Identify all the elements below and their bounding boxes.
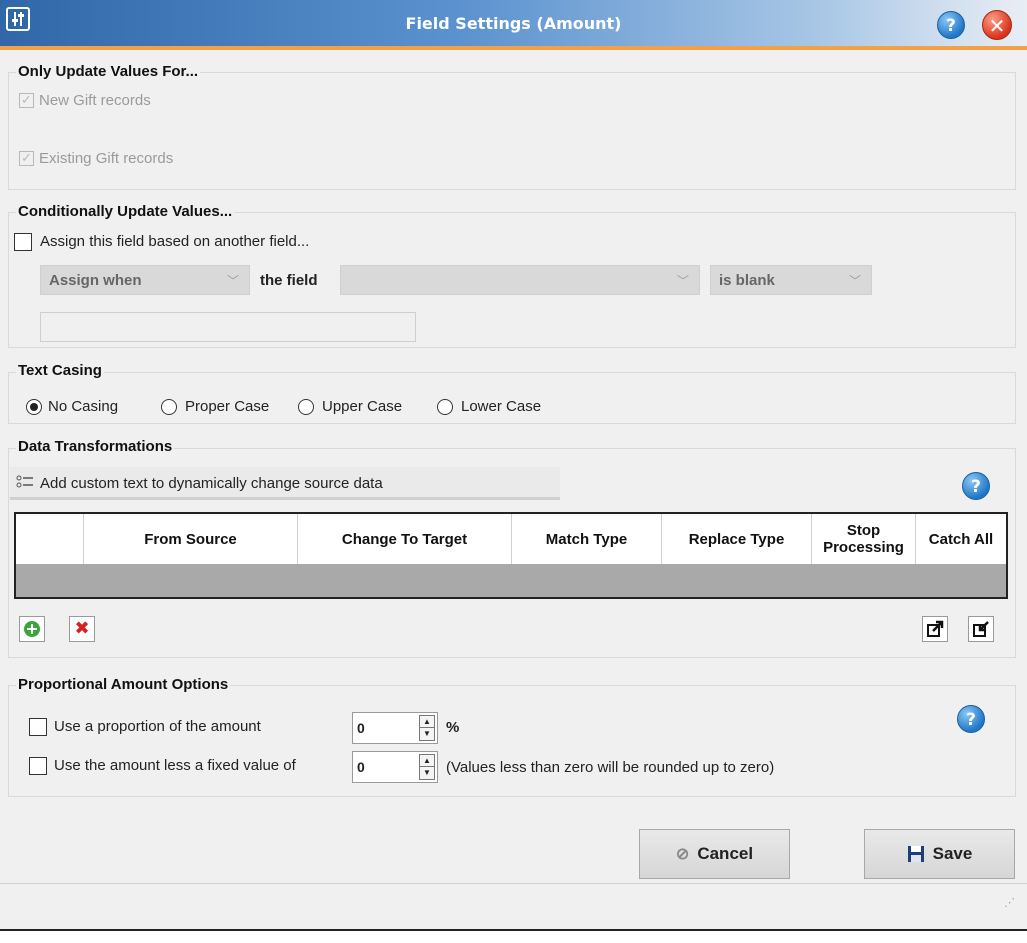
assign-when-select[interactable]: Assign when ﹀ — [40, 265, 250, 295]
assign-when-value: Assign when — [49, 272, 142, 289]
radio-upper-case-label: Upper Case — [322, 398, 403, 415]
fixed-value: 0 — [357, 759, 365, 775]
export-button[interactable] — [922, 616, 948, 642]
title-bar: Field Settings (Amount) ? ✕ — [0, 0, 1027, 50]
use-less-fixed-label: Use the amount less a fixed value of — [54, 757, 296, 774]
chevron-down-icon: ﹀ — [848, 274, 861, 288]
save-icon — [907, 846, 924, 862]
assign-checkbox-label: Assign this field based on another field… — [40, 233, 310, 250]
header-catch-all[interactable]: Catch All — [916, 514, 1006, 564]
window-title: Field Settings (Amount) — [405, 14, 622, 33]
resize-grip-icon[interactable]: ⋰ — [1004, 896, 1015, 909]
header-change-to-target[interactable]: Change To Target — [298, 514, 512, 564]
condition-select[interactable]: is blank ﹀ — [710, 265, 872, 295]
chevron-down-icon: ﹀ — [676, 274, 689, 288]
list-icon — [16, 475, 34, 493]
stepper-up-icon[interactable]: ▲ — [420, 716, 434, 728]
only-update-group — [8, 72, 1016, 190]
fixed-value-stepper[interactable]: 0 ▲ ▼ — [352, 751, 438, 783]
add-icon — [24, 621, 40, 637]
text-casing-title: Text Casing — [16, 362, 104, 379]
radio-lower-case-label: Lower Case — [461, 398, 542, 415]
use-proportion-checkbox[interactable] — [29, 718, 47, 736]
background-window-strip — [0, 929, 1027, 943]
stepper-buttons[interactable]: ▲ ▼ — [419, 754, 435, 780]
header-replace-type[interactable]: Replace Type — [662, 514, 812, 564]
proportion-stepper[interactable]: 0 ▲ ▼ — [352, 712, 438, 744]
close-icon[interactable]: ✕ — [982, 10, 1012, 40]
save-button[interactable]: Save — [864, 829, 1015, 879]
new-gift-checkbox[interactable]: ✓ — [19, 93, 34, 108]
delete-row-button[interactable]: ✖ — [69, 616, 95, 642]
new-gift-label: New Gift records — [39, 92, 151, 109]
only-update-title: Only Update Values For... — [16, 63, 201, 80]
cancel-button[interactable]: ⊘ Cancel — [639, 829, 790, 879]
use-proportion-label: Use a proportion of the amount — [54, 718, 261, 735]
existing-gift-label: Existing Gift records — [39, 150, 174, 167]
percent-label: % — [446, 719, 460, 736]
add-row-button[interactable] — [19, 616, 45, 642]
header-from-source[interactable]: From Source — [84, 514, 298, 564]
header-stop-processing[interactable]: Stop Processing — [812, 514, 916, 564]
existing-gift-checkbox[interactable]: ✓ — [19, 151, 34, 166]
import-icon — [973, 621, 989, 637]
conditional-title: Conditionally Update Values... — [16, 203, 235, 220]
add-custom-text-button[interactable]: Add custom text to dynamically change so… — [10, 467, 560, 500]
chevron-down-icon: ﹀ — [226, 274, 239, 288]
radio-no-casing-label: No Casing — [48, 398, 119, 415]
radio-no-casing[interactable] — [26, 399, 42, 415]
cancel-label: Cancel — [697, 844, 754, 863]
import-button[interactable] — [968, 616, 994, 642]
help-icon[interactable]: ? — [957, 705, 985, 733]
proportion-value: 0 — [357, 720, 365, 736]
radio-upper-case[interactable] — [298, 399, 314, 415]
export-icon — [927, 620, 944, 637]
use-less-fixed-checkbox[interactable] — [29, 757, 47, 775]
radio-lower-case[interactable] — [437, 399, 453, 415]
help-icon[interactable]: ? — [962, 472, 990, 500]
assign-checkbox[interactable] — [14, 233, 32, 251]
cancel-icon: ⊘ — [675, 846, 690, 863]
add-custom-text-label: Add custom text to dynamically change so… — [40, 475, 383, 492]
table-header: From Source Change To Target Match Type … — [16, 514, 1006, 564]
footer-divider — [0, 883, 1027, 884]
proportional-group — [8, 685, 1016, 797]
proportional-title: Proportional Amount Options — [16, 676, 231, 693]
save-label: Save — [932, 844, 973, 863]
transformations-table[interactable]: From Source Change To Target Match Type … — [14, 512, 1008, 599]
stepper-up-icon[interactable]: ▲ — [420, 755, 434, 767]
condition-value: is blank — [719, 272, 775, 289]
field-select[interactable]: ﹀ — [340, 265, 700, 295]
stepper-buttons[interactable]: ▲ ▼ — [419, 715, 435, 741]
help-icon[interactable]: ? — [937, 11, 965, 39]
the-field-label: the field — [260, 272, 318, 289]
header-match-type[interactable]: Match Type — [512, 514, 662, 564]
header-row-selector — [16, 514, 84, 564]
delete-icon: ✖ — [74, 618, 90, 639]
stepper-down-icon[interactable]: ▼ — [420, 728, 434, 740]
fixed-value-note: (Values less than zero will be rounded u… — [446, 759, 775, 776]
condition-value-input[interactable] — [40, 312, 416, 342]
radio-proper-case-label: Proper Case — [185, 398, 270, 415]
transformations-title: Data Transformations — [16, 438, 175, 455]
radio-proper-case[interactable] — [161, 399, 177, 415]
stepper-down-icon[interactable]: ▼ — [420, 767, 434, 779]
